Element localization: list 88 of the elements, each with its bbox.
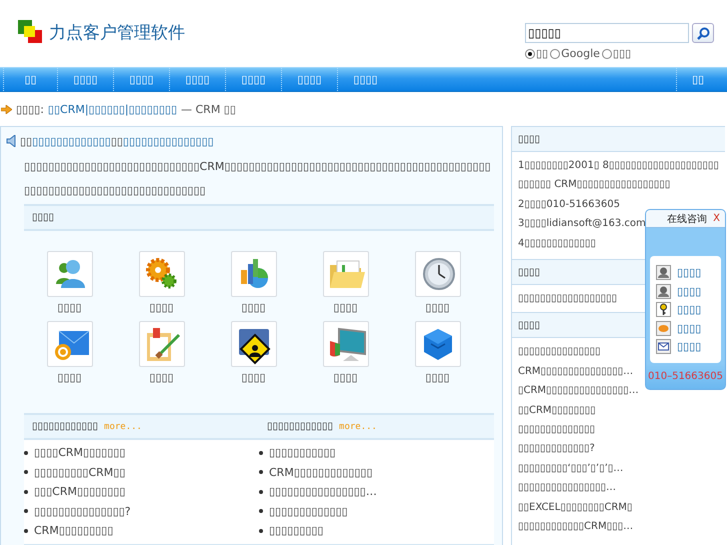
arrow-icon — [1, 104, 12, 114]
warning-icon[interactable] — [230, 321, 276, 367]
search-icon — [696, 26, 710, 40]
bullet-icon — [24, 490, 28, 494]
contact-link[interactable]: ▯▯▯▯ — [677, 322, 702, 334]
tile-label[interactable]: ▯▯▯▯ — [57, 371, 82, 384]
sidebar-link[interactable]: ▯▯▯▯▯▯▯▯▯▯▯▯▯▯▯▯… — [518, 478, 616, 498]
news-link[interactable]: ▯▯▯CRM▯▯▯▯▯▯▯▯ — [34, 485, 126, 498]
sidebar-link[interactable]: ▯▯▯▯▯▯▯▯▯▯▯▯▯▯▯ — [518, 342, 601, 362]
bullet-icon — [259, 509, 263, 514]
news-link[interactable]: ▯▯▯▯▯▯▯▯▯▯▯▯▯ — [269, 504, 348, 518]
search-button[interactable] — [692, 23, 714, 43]
tile-label[interactable]: ▯▯▯▯ — [241, 301, 266, 314]
contact-link[interactable]: ▯▯▯▯ — [677, 340, 702, 353]
speaker-icon — [6, 135, 16, 147]
bullet-icon — [259, 470, 263, 474]
sidebar-link[interactable]: ▯▯▯▯▯▯▯▯▯▯▯▯▯? — [518, 439, 595, 459]
news-link[interactable]: ▯▯▯▯▯▯▯▯▯▯▯ — [269, 446, 336, 460]
news-link[interactable]: ▯▯▯▯▯▯▯▯▯▯▯▯▯▯▯? — [34, 504, 131, 518]
site-title: 力点客户管理软件 — [49, 22, 185, 44]
search-engine-radio[interactable]: ▯▯▯ — [602, 47, 632, 60]
popup-title: 在线咨询 — [667, 212, 708, 226]
notice-link[interactable]: ▯▯▯▯▯▯▯▯▯▯▯▯▯▯▯ — [122, 134, 214, 148]
news-link[interactable]: CRM▯▯▯▯▯▯▯▯▯▯▯▯▯ — [269, 466, 373, 479]
bullet-icon — [24, 470, 28, 474]
bullet-icon — [24, 450, 28, 455]
key-icon — [656, 302, 671, 317]
intro-text: ▯▯▯▯▯▯▯▯▯▯▯▯▯▯▯▯▯▯▯▯▯▯▯▯▯▯▯▯▯CRM▯▯▯▯▯▯▯▯▯▯▯▯▯▯▯▯▯▯▯▯▯▯▯▯▯▯▯▯▯▯▯▯▯▯▯▯▯▯▯▯▯▯▯▯▯▯▯▯▯▯▯▯▯▯▯▯▯▯▯▯▯▯▯▯▯▯▯▯▯▯▯▯▯▯ — [24, 159, 492, 199]
sidebar-link[interactable]: CRM▯▯▯▯▯▯▯▯▯▯▯▯▯▯▯… — [518, 362, 634, 382]
news-link[interactable]: ▯▯▯▯▯▯▯▯▯ — [269, 524, 324, 538]
breadcrumb-label: ▯▯▯▯: — [16, 102, 44, 116]
search-engine-radio[interactable]: ▯▯ — [525, 47, 548, 60]
panel-header: ▯▯▯▯ — [512, 127, 725, 152]
contact-link[interactable]: ▯▯▯▯ — [677, 284, 702, 298]
info-text: 4▯▯▯▯▯▯▯▯▯▯▯▯▯ — [518, 236, 596, 251]
section-title: ▯▯▯▯▯▯▯▯▯▯▯▯ — [267, 421, 334, 432]
tile-label[interactable]: ▯▯▯▯ — [57, 301, 82, 314]
contact-link[interactable]: ▯▯▯▯ — [677, 303, 702, 316]
search-engine-radio[interactable]: Google — [550, 47, 600, 60]
bullet-icon — [24, 528, 28, 533]
tile-label[interactable]: ▯▯▯▯ — [425, 371, 450, 384]
envelope-icon — [656, 339, 671, 354]
tile-label[interactable]: ▯▯▯▯ — [333, 301, 358, 314]
clock-icon[interactable] — [414, 251, 460, 297]
tile-label[interactable]: ▯▯▯▯ — [149, 371, 174, 384]
notice-text: ▯▯▯▯▯▯▯▯▯▯▯▯▯▯▯▯▯▯▯▯▯▯▯▯▯▯▯▯▯▯▯▯ — [20, 134, 214, 148]
monitor-icon[interactable] — [322, 321, 368, 367]
news-link[interactable]: CRM▯▯▯▯▯▯▯▯▯ — [34, 524, 114, 538]
news-link[interactable]: ▯▯▯▯▯▯▯▯▯▯▯▯▯▯▯▯… — [269, 485, 377, 498]
cube-icon[interactable] — [414, 321, 460, 367]
chat-icon — [656, 320, 671, 336]
notice-link[interactable]: ▯▯▯▯▯▯▯▯▯▯▯▯▯ — [32, 134, 111, 148]
breadcrumb-text: — CRM ▯▯ — [181, 102, 236, 116]
clipboard-icon[interactable] — [138, 321, 184, 367]
tile-label[interactable]: ▯▯▯▯ — [149, 301, 174, 314]
envelope-icon[interactable] — [46, 321, 92, 367]
close-button[interactable]: X — [713, 213, 720, 224]
bullet-icon — [259, 490, 263, 494]
tile-label[interactable]: ▯▯▯▯ — [241, 371, 266, 384]
sidebar-link[interactable]: ▯▯▯▯▯▯▯▯▯‘▯▯▯’▯’▯’▯… — [518, 458, 624, 478]
tile-label[interactable]: ▯▯▯▯ — [425, 301, 450, 314]
phone-number: 010–51663605 — [646, 363, 725, 389]
section-header: ▯▯▯▯ — [24, 204, 494, 231]
people-icon[interactable] — [46, 251, 92, 297]
logo-icon — [18, 20, 43, 44]
bullet-icon — [24, 509, 28, 514]
news-link[interactable]: ▯▯▯▯CRM▯▯▯▯▯▯▯ — [34, 446, 126, 460]
section-title: ▯▯▯▯▯▯▯▯▯▯▯▯ — [32, 421, 98, 432]
sidebar-link[interactable]: ▯▯▯▯▯▯▯▯▯▯▯▯▯▯ — [518, 420, 596, 440]
sidebar-link[interactable]: ▯▯CRM▯▯▯▯▯▯▯▯ — [518, 400, 596, 420]
sidebar-link[interactable]: ▯▯▯▯▯▯▯▯▯▯▯▯▯▯▯▯▯▯ — [518, 289, 618, 308]
person-icon — [656, 265, 671, 280]
contact-link[interactable]: ▯▯▯▯ — [677, 266, 702, 279]
sidebar-link[interactable]: ▯▯▯▯▯▯▯▯▯▯▯▯CRM▯▯▯… — [518, 517, 634, 536]
chart-icon[interactable] — [230, 251, 276, 297]
gear-icon[interactable] — [138, 251, 184, 297]
person-icon — [656, 284, 671, 298]
news-link[interactable]: ▯▯▯▯▯▯▯▯▯CRM▯▯ — [34, 466, 126, 479]
info-text: 2▯▯▯▯010-51663605 — [518, 198, 620, 212]
bullet-icon — [259, 450, 263, 455]
info-text: 3▯▯▯▯lidiansoft@163.com — [518, 217, 646, 232]
search-field[interactable]: ▯▯▯▯▯ — [525, 23, 689, 43]
tile-label[interactable]: ▯▯▯▯ — [333, 371, 358, 384]
info-text: 1▯▯▯▯▯▯▯▯2001▯ 8▯▯▯▯▯▯▯▯▯▯▯▯▯▯▯▯▯▯▯▯▯▯▯▯▯▯ CRM▯▯▯▯▯▯▯▯▯▯▯▯▯▯▯▯▯ — [518, 159, 720, 192]
bullet-icon — [259, 528, 263, 533]
sidebar-link[interactable]: ▯▯EXCEL▯▯▯▯▯▯▯▯CRM▯ — [518, 498, 632, 518]
breadcrumb-link[interactable]: ▯▯CRM|▯▯▯▯▯▯|▯▯▯▯▯▯▯▯ — [48, 102, 177, 116]
sidebar-link[interactable]: ▯CRM▯▯▯▯▯▯▯▯▯▯▯▯▯▯▯… — [518, 381, 639, 401]
